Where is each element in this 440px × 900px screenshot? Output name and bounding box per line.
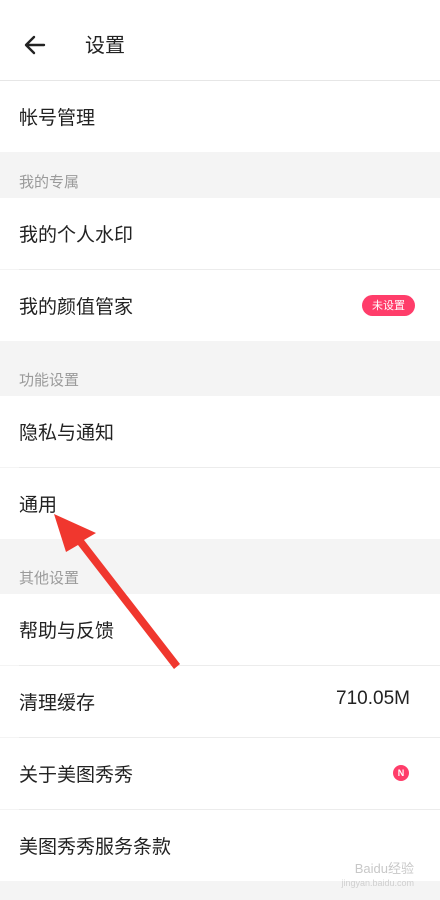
arrow-left-icon[interactable] [22, 32, 48, 58]
settings-item-label: 美图秀秀服务条款 [19, 836, 172, 858]
settings-item-label: 帐号管理 [19, 107, 96, 129]
header-bar: 设置 [0, 8, 440, 81]
status-badge: 未设置 [362, 295, 415, 316]
settings-item-label: 清理缓存 [19, 692, 96, 714]
watermark-url: jingyan.baidu.com [341, 878, 414, 888]
settings-item-help[interactable]: 帮助与反馈 [0, 594, 440, 665]
settings-item-beauty-manager[interactable]: 我的颜值管家 未设置 [0, 270, 440, 341]
settings-item-label: 我的个人水印 [19, 224, 134, 246]
status-bar [0, 0, 440, 8]
cache-size-value: 710.05M [336, 688, 410, 709]
settings-item-clear-cache[interactable]: 清理缓存 710.05M [0, 666, 440, 737]
section-title-features: 功能设置 [19, 371, 80, 389]
settings-item-label: 我的颜值管家 [19, 296, 134, 318]
page-title: 设置 [85, 33, 125, 57]
section-title-exclusive: 我的专属 [19, 173, 80, 191]
settings-item-label: 帮助与反馈 [19, 620, 115, 642]
settings-item-account[interactable]: 帐号管理 [0, 81, 440, 152]
settings-item-label: 通用 [19, 494, 58, 516]
settings-item-label: 关于美图秀秀 [19, 764, 134, 786]
watermark-logo: Baidu经验 jingyan.baidu.com [341, 862, 414, 890]
new-dot-badge: N [393, 765, 409, 781]
watermark-text: Baidu经验 [354, 861, 414, 876]
settings-item-watermark[interactable]: 我的个人水印 [0, 198, 440, 269]
settings-item-general[interactable]: 通用 [0, 468, 440, 539]
settings-item-privacy[interactable]: 隐私与通知 [0, 396, 440, 467]
settings-item-label: 隐私与通知 [19, 422, 115, 444]
settings-item-about[interactable]: 关于美图秀秀 N [0, 738, 440, 809]
section-title-other: 其他设置 [19, 569, 80, 587]
